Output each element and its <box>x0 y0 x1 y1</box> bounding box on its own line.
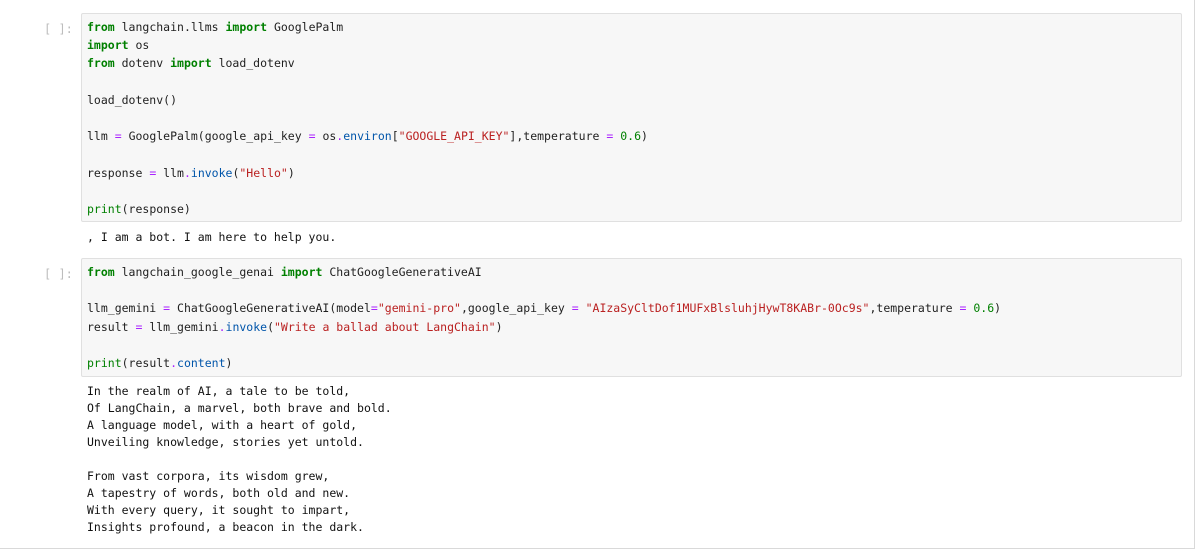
code-token: . <box>183 165 191 180</box>
code-token: "AIzaSyCltDof1MUFxBlsluhjHywT8KABr-0Oc9s… <box>585 301 870 316</box>
code-token: langchain_google_genai <box>114 265 281 279</box>
code-token: ) <box>495 319 503 334</box>
code-token: print <box>87 355 122 370</box>
code-token: "GOOGLE_API_KEY" <box>398 129 510 144</box>
output-line: With every query, it sought to impart, <box>87 503 351 517</box>
code-line: from langchain_google_genai import ChatG… <box>87 263 1181 281</box>
code-token: langchain.llms <box>114 20 226 34</box>
code-token: from <box>87 265 115 279</box>
code-token: ,temperature <box>869 301 960 316</box>
code-token: . <box>218 319 226 334</box>
code-line: from dotenv import load_dotenv <box>87 54 1181 72</box>
output-line: , I am a bot. I am here to help you. <box>87 230 337 244</box>
code-token: dotenv <box>114 56 171 71</box>
code-line: print(response) <box>87 200 1181 218</box>
code-token: ) <box>287 165 295 180</box>
code-token: "gemini-pro" <box>377 301 461 316</box>
code-token: "Write a ballad about LangChain" <box>274 319 496 334</box>
code-token: ) <box>225 355 233 370</box>
code-line: llm_gemini = ChatGoogleGenerativeAI(mode… <box>87 299 1181 317</box>
code-token: = <box>571 301 579 316</box>
code-line: result = llm_gemini.invoke("Write a ball… <box>87 318 1181 336</box>
code-line: load_dotenv() <box>87 91 1181 109</box>
code-token: = <box>114 129 122 144</box>
code-line: import os <box>87 36 1181 54</box>
output-line: Unveiling knowledge, stories yet untold. <box>87 435 364 449</box>
code-token: ) <box>994 301 1002 316</box>
code-token: os <box>128 38 150 53</box>
code-token: (result <box>121 355 171 370</box>
cell-1-prompt: [ ]: <box>44 22 73 36</box>
code-token: = <box>370 301 378 316</box>
code-token: import <box>87 38 129 53</box>
code-token: = <box>308 129 316 144</box>
code-token: 0.6 <box>966 301 995 316</box>
code-token: "Hello" <box>239 165 288 180</box>
code-token: from <box>87 56 115 71</box>
code-token: load_dotenv <box>211 56 295 71</box>
code-token: print <box>87 201 122 216</box>
code-token: (response) <box>121 201 191 216</box>
code-token: llm_gemini <box>142 319 219 334</box>
code-token: environ <box>343 129 392 144</box>
code-line: print(result.content) <box>87 354 1181 372</box>
code-token: import <box>280 265 323 279</box>
code-token: ChatGoogleGenerativeAI <box>322 265 482 279</box>
code-line: from langchain.llms import GooglePalm <box>87 18 1181 36</box>
code-token: response <box>87 165 150 180</box>
code-token: result <box>87 319 136 334</box>
code-token: load_dotenv() <box>87 92 178 107</box>
output-line: A language model, with a heart of gold, <box>87 418 358 432</box>
code-token: [ <box>391 129 399 144</box>
output-line: Of LangChain, a marvel, both brave and b… <box>87 401 392 415</box>
cell-2-code-input[interactable]: from langchain_google_genai import ChatG… <box>81 258 1182 377</box>
code-line: llm = GooglePalm(google_api_key = os.env… <box>87 127 1181 145</box>
output-line: From vast corpora, its wisdom grew, <box>87 469 330 483</box>
cell-1-output: , I am a bot. I am here to help you. <box>87 229 336 246</box>
code-token: ,google_api_key <box>460 301 572 316</box>
code-token: invoke <box>190 165 233 180</box>
code-token: os <box>315 129 337 144</box>
cell-1-code-input[interactable]: from langchain.llms import GooglePalm imp… <box>81 13 1182 222</box>
code-token: content <box>177 355 226 370</box>
output-line: A tapestry of words, both old and new. <box>87 486 351 500</box>
code-token: llm_gemini <box>87 301 164 316</box>
output-line: In the realm of AI, a tale to be told, <box>87 384 351 398</box>
code-token: llm <box>87 129 115 144</box>
cell-2-output: In the realm of AI, a tale to be told, Of… <box>87 383 392 536</box>
code-token: from <box>87 20 115 34</box>
code-line: response = llm.invoke("Hello") <box>87 164 1181 182</box>
code-token: ( <box>267 319 274 334</box>
code-token: ],temperature <box>509 129 607 144</box>
code-token: invoke <box>225 319 268 334</box>
code-token: ChatGoogleGenerativeAI(model <box>170 301 371 316</box>
code-token: llm <box>156 165 184 180</box>
code-token: import <box>225 20 268 34</box>
code-token: . <box>170 355 178 370</box>
code-token: 0.6 <box>613 129 641 144</box>
cell-2-prompt: [ ]: <box>44 267 73 281</box>
code-token: GooglePalm(google_api_key <box>121 129 309 144</box>
code-token: GooglePalm <box>267 20 344 34</box>
code-token: ) <box>641 129 648 144</box>
code-token: import <box>170 56 212 71</box>
output-line: Insights profound, a beacon in the dark. <box>87 520 364 534</box>
